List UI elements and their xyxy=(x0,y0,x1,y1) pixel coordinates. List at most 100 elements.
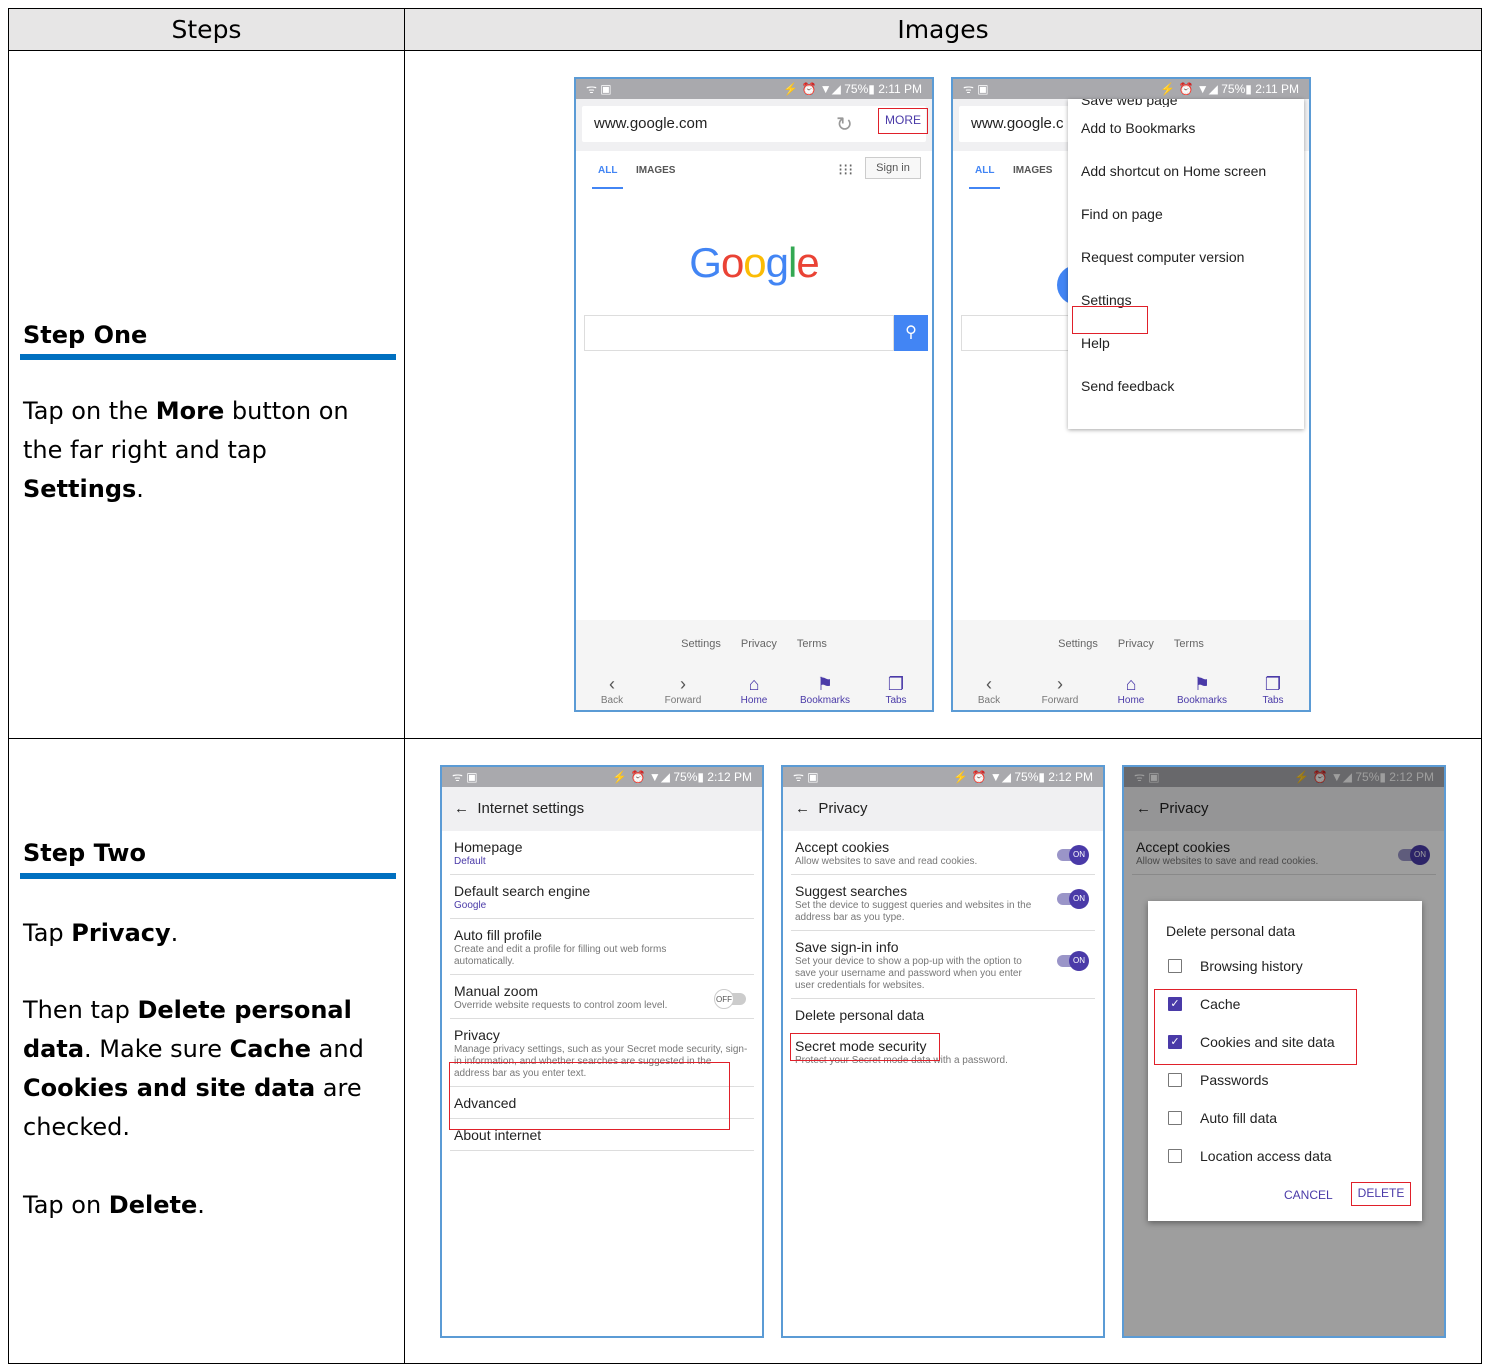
home-button[interactable]: ⌂ Home xyxy=(1101,673,1161,706)
label-passwords: Passwords xyxy=(1200,1072,1269,1088)
google-logo-letter: o xyxy=(720,239,744,286)
tab-all-underline xyxy=(969,187,1000,189)
step-one-underline xyxy=(20,354,396,360)
step-one-title: Step One xyxy=(23,321,148,349)
url-text[interactable]: www.google.c xyxy=(971,115,1064,132)
save-sign-in-toggle[interactable]: ON xyxy=(1057,951,1089,971)
google-logo-letter: o xyxy=(743,239,766,286)
setting-manual-zoom[interactable]: Manual zoom Override website requests to … xyxy=(450,975,754,1019)
accept-cookies-toggle[interactable]: ON xyxy=(1057,845,1089,865)
header-steps: Steps xyxy=(8,8,405,51)
bookmarks-button[interactable]: ⚑ Bookmarks xyxy=(795,673,855,706)
back-button[interactable]: ‹ Back xyxy=(582,673,642,706)
tabs-icon: ❐ xyxy=(887,674,905,694)
checkbox-location-access-data[interactable] xyxy=(1168,1149,1182,1163)
browser-footer: Settings Privacy Terms ‹ Back › Forward ⌂ Hom… xyxy=(576,620,932,710)
bookmark-icon: ⚑ xyxy=(816,674,834,694)
footer-terms-link[interactable]: Terms xyxy=(1174,638,1204,650)
footer-links: Settings Privacy Terms xyxy=(576,638,932,650)
checkbox-auto-fill-data[interactable] xyxy=(1168,1111,1182,1125)
tab-all[interactable]: ALL xyxy=(975,165,994,176)
step-one-text: Tap on the More button on the far right … xyxy=(23,397,349,503)
search-icon[interactable]: ⚲ xyxy=(894,315,928,351)
step-one-images-cell xyxy=(404,50,1482,739)
menu-item-request-computer-version[interactable]: Request computer version xyxy=(1068,236,1304,279)
back-arrow-icon[interactable]: ← xyxy=(454,800,469,817)
status-bar: ᯤ ▣ ⚡ ⏰ ▼◢ 75%▮ 2:12 PM xyxy=(783,767,1103,787)
step-two-cell: Step Two Tap Privacy. Then tap Delete pe… xyxy=(8,738,405,1364)
menu-item-add-shortcut[interactable]: Add shortcut on Home screen xyxy=(1068,150,1304,193)
menu-item-send-feedback[interactable]: Send feedback xyxy=(1068,365,1304,408)
tabs-button[interactable]: ❐ Tabs xyxy=(866,673,926,706)
back-arrow-icon[interactable]: ← xyxy=(795,800,810,817)
google-logo-letter: e xyxy=(796,239,819,286)
footer-settings-link[interactable]: Settings xyxy=(681,638,721,650)
google-logo-letter: g xyxy=(765,239,789,286)
tabs-icon: ❐ xyxy=(1264,674,1282,694)
reload-icon[interactable]: ↻ xyxy=(836,112,853,137)
footer-links: Settings Privacy Terms xyxy=(953,638,1309,650)
checkbox-passwords[interactable] xyxy=(1168,1073,1182,1087)
label-browsing-history: Browsing history xyxy=(1200,958,1303,974)
delete-button[interactable]: DELETE xyxy=(1351,1182,1411,1206)
screenshot-internet-settings: ᯤ ▣ ⚡ ⏰ ▼◢ 75%▮ 2:12 PM ← Internet settin… xyxy=(440,765,764,1338)
footer-terms-link[interactable]: Terms xyxy=(797,638,827,650)
menu-item-find-on-page[interactable]: Find on page xyxy=(1068,193,1304,236)
forward-button[interactable]: › Forward xyxy=(653,673,713,706)
setting-suggest-searches[interactable]: Suggest searches Set the device to sugges… xyxy=(791,875,1095,931)
dialog-title: Delete personal data xyxy=(1166,923,1296,939)
status-bar: ᯤ ▣ ⚡ ⏰ ▼◢ 75%▮ 2:11 PM xyxy=(953,79,1309,99)
tabs-button[interactable]: ❐ Tabs xyxy=(1243,673,1303,706)
tab-all[interactable]: ALL xyxy=(598,165,617,176)
screenshot-more-menu: ᯤ ▣ ⚡ ⏰ ▼◢ 75%▮ 2:11 PM www.google.c ALL … xyxy=(951,77,1311,712)
page-title: Privacy xyxy=(818,800,868,817)
screenshot-privacy: ᯤ ▣ ⚡ ⏰ ▼◢ 75%▮ 2:12 PM ← Privacy Accept … xyxy=(781,765,1105,1338)
forward-button[interactable]: › Forward xyxy=(1030,673,1090,706)
tab-images[interactable]: IMAGES xyxy=(1013,165,1052,176)
home-button[interactable]: ⌂ Home xyxy=(724,673,784,706)
forward-icon: › xyxy=(680,674,686,694)
url-text[interactable]: www.google.com xyxy=(594,115,707,132)
back-button[interactable]: ‹ Back xyxy=(959,673,1019,706)
header-images: Images xyxy=(404,8,1482,51)
home-icon: ⌂ xyxy=(1125,674,1137,694)
url-bar: www.google.com ↻ MORE xyxy=(576,99,932,151)
privacy-header: ← Privacy xyxy=(783,787,1103,831)
screenshot-delete-dialog: ᯤ ▣ ⚡ ⏰ ▼◢ 75%▮ 2:12 PM ← Privacy Accept … xyxy=(1122,765,1446,1338)
tab-all-underline xyxy=(592,187,623,189)
menu-item-add-to-bookmarks[interactable]: Add to Bookmarks xyxy=(1068,107,1304,150)
footer-settings-link[interactable]: Settings xyxy=(1058,638,1098,650)
apps-grid-icon[interactable]: ⁝⁝⁝ xyxy=(838,160,853,180)
step-two-title: Step Two xyxy=(23,839,146,867)
setting-accept-cookies[interactable]: Accept cookies Allow websites to save and… xyxy=(791,831,1095,875)
forward-icon: › xyxy=(1057,674,1063,694)
internet-settings-header: ← Internet settings xyxy=(442,787,762,831)
settings-highlight xyxy=(1072,306,1148,334)
tab-images[interactable]: IMAGES xyxy=(636,165,675,176)
footer-privacy-link[interactable]: Privacy xyxy=(741,638,777,650)
setting-delete-personal-data[interactable]: Delete personal data xyxy=(791,999,1095,1030)
setting-default-search-engine[interactable]: Default search engine Google xyxy=(450,875,754,919)
footer-privacy-link[interactable]: Privacy xyxy=(1118,638,1154,650)
cache-cookies-highlight xyxy=(1154,989,1357,1065)
more-button[interactable]: MORE xyxy=(878,108,928,134)
manual-zoom-toggle[interactable]: OFF xyxy=(714,989,746,1009)
status-bar: ᯤ ▣ ⚡ ⏰ ▼◢ 75%▮ 2:12 PM xyxy=(442,767,762,787)
checkbox-browsing-history[interactable] xyxy=(1168,959,1182,973)
step-two-para-3: Tap on Delete. xyxy=(23,1191,205,1219)
setting-homepage[interactable]: Homepage Default xyxy=(450,831,754,875)
cancel-button[interactable]: CANCEL xyxy=(1284,1188,1333,1202)
setting-save-sign-in-info[interactable]: Save sign-in info Set your device to show… xyxy=(791,931,1095,999)
setting-auto-fill-profile[interactable]: Auto fill profile Create and edit a profi… xyxy=(450,919,754,975)
search-input[interactable] xyxy=(584,315,894,351)
status-bar: ᯤ ▣ ⚡ ⏰ ▼◢ 75%▮ 2:11 PM xyxy=(576,79,932,99)
sign-in-button[interactable]: Sign in xyxy=(865,157,921,179)
page-title: Internet settings xyxy=(477,800,585,817)
delete-personal-data-highlight xyxy=(790,1033,940,1061)
suggest-searches-toggle[interactable]: ON xyxy=(1057,889,1089,909)
privacy-highlight xyxy=(449,1062,730,1130)
step-two-para-1: Tap Privacy. xyxy=(23,919,179,947)
bookmarks-button[interactable]: ⚑ Bookmarks xyxy=(1172,673,1232,706)
browser-footer: Settings Privacy Terms ‹ Back › Forward ⌂ Hom… xyxy=(953,620,1309,710)
menu-item-save-web-page[interactable]: Save web page xyxy=(1068,99,1304,107)
